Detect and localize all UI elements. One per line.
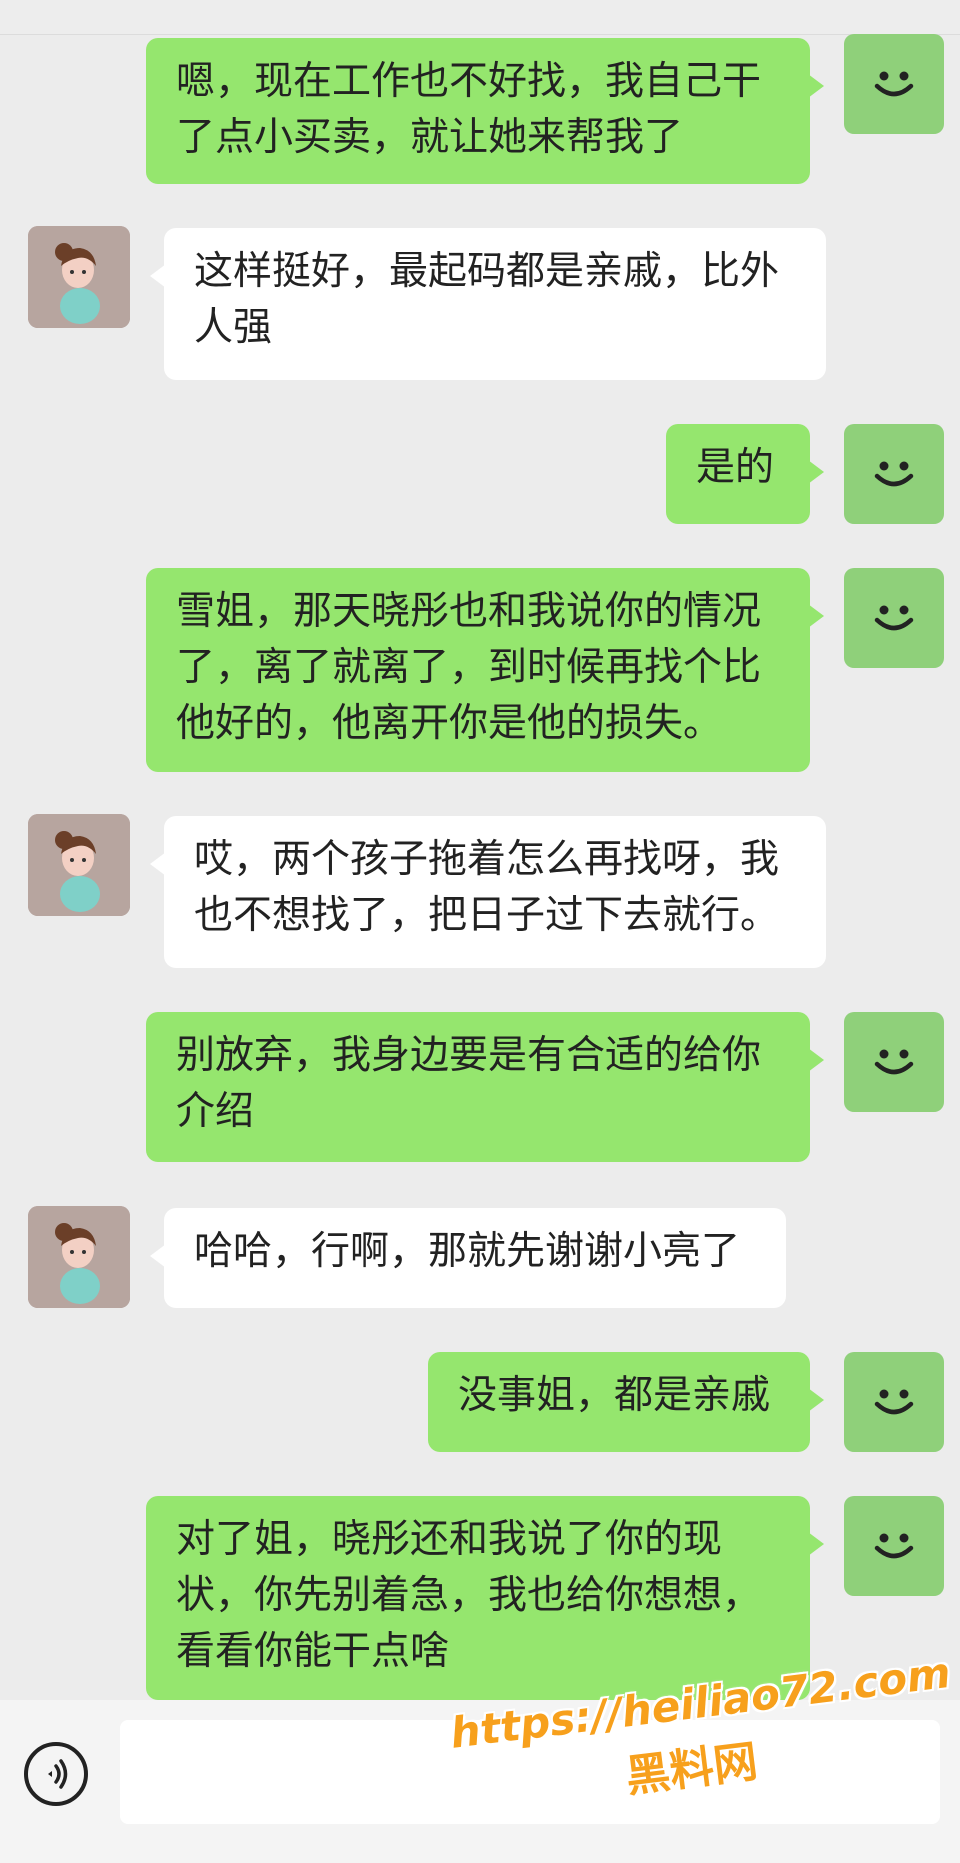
contact-avatar[interactable]	[28, 226, 130, 328]
my-message-bubble[interactable]: 嗯，现在工作也不好找，我自己干 了点小买卖，就让她来帮我了	[146, 38, 824, 184]
my-message-bubble[interactable]: 对了姐，晓彤还和我说了你的现 状，你先别着急，我也给你想想， 看看你能干点啥	[146, 1496, 824, 1700]
contact-message-bubble[interactable]: 这样挺好，最起码都是亲戚，比外 人强	[150, 228, 826, 380]
smiley-face-icon	[874, 461, 914, 487]
input-bar	[0, 1700, 960, 1863]
smiley-face-icon	[874, 1533, 914, 1559]
cartoon-girl-avatar-icon	[28, 1206, 130, 1308]
contact-avatar[interactable]	[28, 1206, 130, 1308]
my-message-bubble[interactable]: 雪姐，那天晓彤也和我说你的情况 了，离了就离了，到时候再找个比 他好的，他离开你…	[146, 568, 824, 772]
voice-input-icon	[48, 1759, 68, 1789]
my-avatar[interactable]	[844, 34, 944, 134]
my-avatar[interactable]	[844, 1352, 944, 1452]
my-avatar[interactable]	[844, 1496, 944, 1596]
voice-input-button[interactable]	[24, 1742, 88, 1806]
smiley-face-icon	[874, 1049, 914, 1075]
smiley-face-icon	[874, 71, 914, 97]
smiley-face-icon	[874, 1389, 914, 1415]
contact-avatar[interactable]	[28, 814, 130, 916]
my-message-bubble[interactable]: 没事姐，都是亲戚	[428, 1352, 824, 1452]
contact-message-bubble[interactable]: 哎，两个孩子拖着怎么再找呀，我 也不想找了，把日子过下去就行。	[150, 816, 826, 968]
cartoon-girl-avatar-icon	[28, 226, 130, 328]
chat-header-bar	[0, 0, 960, 35]
message-input[interactable]	[120, 1720, 940, 1824]
my-message-bubble[interactable]: 别放弃，我身边要是有合适的给你 介绍	[146, 1012, 824, 1162]
my-avatar[interactable]	[844, 424, 944, 524]
smiley-face-icon	[874, 605, 914, 631]
my-message-bubble[interactable]: 是的	[666, 424, 824, 524]
my-avatar[interactable]	[844, 1012, 944, 1112]
my-avatar[interactable]	[844, 568, 944, 668]
contact-message-bubble[interactable]: 哈哈，行啊，那就先谢谢小亮了	[150, 1208, 786, 1308]
cartoon-girl-avatar-icon	[28, 814, 130, 916]
